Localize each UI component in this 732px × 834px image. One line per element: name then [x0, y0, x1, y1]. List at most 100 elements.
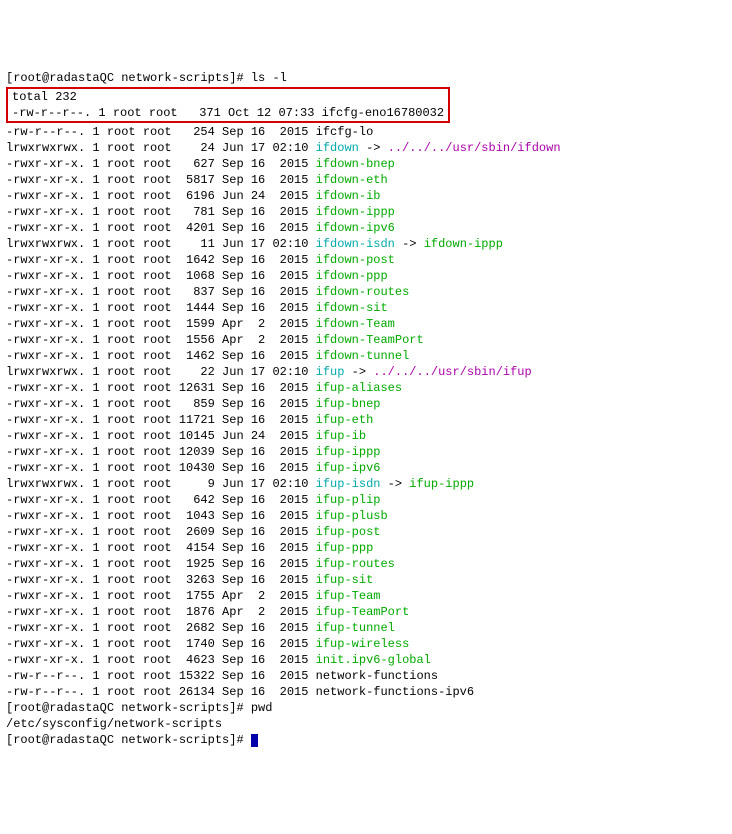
file-name: ifup-wireless — [316, 637, 410, 651]
file-entry: -rwxr-xr-x. 1 root root 10430 Sep 16 201… — [6, 460, 726, 476]
file-entry: -rwxr-xr-x. 1 root root 1755 Apr 2 2015 … — [6, 588, 726, 604]
terminal[interactable]: [root@radastaQC network-scripts]# ls -lt… — [6, 70, 726, 748]
file-name: ifdown-ib — [316, 189, 381, 203]
file-entry: -rwxr-xr-x. 1 root root 1043 Sep 16 2015… — [6, 508, 726, 524]
file-entry: lrwxrwxrwx. 1 root root 24 Jun 17 02:10 … — [6, 140, 726, 156]
file-name: ifup-ippp — [316, 445, 381, 459]
total-line: total 232 — [12, 90, 77, 104]
file-name: ifup-eth — [316, 413, 374, 427]
file-entry: -rwxr-xr-x. 1 root root 4623 Sep 16 2015… — [6, 652, 726, 668]
file-name: ifdown-ppp — [316, 269, 388, 283]
file-name: ifup-ppp — [316, 541, 374, 555]
file-entry: -rwxr-xr-x. 1 root root 642 Sep 16 2015 … — [6, 492, 726, 508]
shell-prompt: [root@radastaQC network-scripts]# — [6, 71, 251, 85]
file-entry: lrwxrwxrwx. 1 root root 9 Jun 17 02:10 i… — [6, 476, 726, 492]
file-entry: -rwxr-xr-x. 1 root root 5817 Sep 16 2015… — [6, 172, 726, 188]
file-name: ifup-plusb — [316, 509, 388, 523]
file-name: ifup-bnep — [316, 397, 381, 411]
file-entry: -rw-r--r--. 1 root root 15322 Sep 16 201… — [6, 668, 726, 684]
file-name: ifdown-post — [316, 253, 395, 267]
file-entry: -rwxr-xr-x. 1 root root 12631 Sep 16 201… — [6, 380, 726, 396]
link-target: ifup-ippp — [409, 477, 474, 491]
file-entry: lrwxrwxrwx. 1 root root 11 Jun 17 02:10 … — [6, 236, 726, 252]
shell-prompt: [root@radastaQC network-scripts]# — [6, 701, 251, 715]
link-arrow: -> — [380, 477, 409, 491]
prompt-line: [root@radastaQC network-scripts]# ls -l — [6, 70, 726, 86]
file-perms: -rwxr-xr-x. 1 root root 859 Sep 16 2015 — [6, 397, 316, 411]
file-perms: -rwxr-xr-x. 1 root root 4623 Sep 16 2015 — [6, 653, 316, 667]
file-entry: -rwxr-xr-x. 1 root root 1462 Sep 16 2015… — [6, 348, 726, 364]
file-entry: -rwxr-xr-x. 1 root root 2682 Sep 16 2015… — [6, 620, 726, 636]
file-perms: lrwxrwxrwx. 1 root root 24 Jun 17 02:10 — [6, 141, 316, 155]
file-perms: -rw-r--r--. 1 root root 26134 Sep 16 201… — [6, 685, 316, 699]
file-name: ifup-Team — [316, 589, 381, 603]
file-name: network-functions-ipv6 — [316, 685, 474, 699]
file-perms: -rwxr-xr-x. 1 root root 627 Sep 16 2015 — [6, 157, 316, 171]
command-input[interactable]: pwd — [251, 701, 273, 715]
file-perms: lrwxrwxrwx. 1 root root 9 Jun 17 02:10 — [6, 477, 316, 491]
file-name: ifdown-eth — [316, 173, 388, 187]
file-entry: -rwxr-xr-x. 1 root root 1068 Sep 16 2015… — [6, 268, 726, 284]
file-entry: -rwxr-xr-x. 1 root root 6196 Jun 24 2015… — [6, 188, 726, 204]
file-entry: -rwxr-xr-x. 1 root root 1740 Sep 16 2015… — [6, 636, 726, 652]
file-perms: lrwxrwxrwx. 1 root root 11 Jun 17 02:10 — [6, 237, 316, 251]
file-perms: -rwxr-xr-x. 1 root root 12039 Sep 16 201… — [6, 445, 316, 459]
file-name: ifdown-Team — [316, 317, 395, 331]
file-name: ifup — [316, 365, 345, 379]
file-perms: -rwxr-xr-x. 1 root root 1740 Sep 16 2015 — [6, 637, 316, 651]
prompt-line[interactable]: [root@radastaQC network-scripts]# — [6, 732, 726, 748]
file-entry: -rwxr-xr-x. 1 root root 11721 Sep 16 201… — [6, 412, 726, 428]
file-name: ifdown-TeamPort — [316, 333, 424, 347]
file-name: ifdown-sit — [316, 301, 388, 315]
link-target: ../../../usr/sbin/ifup — [373, 365, 531, 379]
file-name: init.ipv6-global — [316, 653, 431, 667]
file-entry: -rwxr-xr-x. 1 root root 4201 Sep 16 2015… — [6, 220, 726, 236]
file-entry: -rwxr-xr-x. 1 root root 1599 Apr 2 2015 … — [6, 316, 726, 332]
file-entry: -rwxr-xr-x. 1 root root 3263 Sep 16 2015… — [6, 572, 726, 588]
file-name: ifdown-ipv6 — [316, 221, 395, 235]
file-perms: -rw-r--r--. 1 root root 254 Sep 16 2015 — [6, 125, 316, 139]
pwd-output: /etc/sysconfig/network-scripts — [6, 716, 726, 732]
file-perms: -rwxr-xr-x. 1 root root 642 Sep 16 2015 — [6, 493, 316, 507]
file-name: ifup-aliases — [316, 381, 402, 395]
command-input[interactable]: ls -l — [251, 71, 287, 85]
file-entry: -rw-r--r--. 1 root root 254 Sep 16 2015 … — [6, 124, 726, 140]
file-name: ifdown-ippp — [316, 205, 395, 219]
file-perms: -rwxr-xr-x. 1 root root 3263 Sep 16 2015 — [6, 573, 316, 587]
file-entry: -rwxr-xr-x. 1 root root 10145 Jun 24 201… — [6, 428, 726, 444]
link-arrow: -> — [359, 141, 388, 155]
file-name: ifup-routes — [316, 557, 395, 571]
cursor[interactable] — [251, 734, 258, 747]
file-name: network-functions — [316, 669, 438, 683]
file-entry: -rwxr-xr-x. 1 root root 627 Sep 16 2015 … — [6, 156, 726, 172]
link-target: ifdown-ippp — [424, 237, 503, 251]
file-name: ifcfg-lo — [316, 125, 374, 139]
link-target: ../../../usr/sbin/ifdown — [388, 141, 561, 155]
file-name: ifup-isdn — [316, 477, 381, 491]
file-entry: -rwxr-xr-x. 1 root root 1876 Apr 2 2015 … — [6, 604, 726, 620]
file-perms: -rwxr-xr-x. 1 root root 1068 Sep 16 2015 — [6, 269, 316, 283]
shell-prompt: [root@radastaQC network-scripts]# — [6, 733, 251, 747]
file-entry: -rwxr-xr-x. 1 root root 2609 Sep 16 2015… — [6, 524, 726, 540]
file-name: ifdown-bnep — [316, 157, 395, 171]
file-perms: -rwxr-xr-x. 1 root root 11721 Sep 16 201… — [6, 413, 316, 427]
file-perms: -rw-r--r--. 1 root root 15322 Sep 16 201… — [6, 669, 316, 683]
file-perms: -rwxr-xr-x. 1 root root 1599 Apr 2 2015 — [6, 317, 316, 331]
file-entry: -rwxr-xr-x. 1 root root 781 Sep 16 2015 … — [6, 204, 726, 220]
highlight-box: total 232 -rw-r--r--. 1 root root 371 Oct… — [6, 87, 450, 123]
file-entry: -rw-r--r--. 1 root root 26134 Sep 16 201… — [6, 684, 726, 700]
file-perms: -rwxr-xr-x. 1 root root 1642 Sep 16 2015 — [6, 253, 316, 267]
file-perms: -rwxr-xr-x. 1 root root 1462 Sep 16 2015 — [6, 349, 316, 363]
file-entry: -rwxr-xr-x. 1 root root 1925 Sep 16 2015… — [6, 556, 726, 572]
file-perms: -rwxr-xr-x. 1 root root 1444 Sep 16 2015 — [6, 301, 316, 315]
prompt-line: [root@radastaQC network-scripts]# pwd — [6, 700, 726, 716]
file-perms: -rwxr-xr-x. 1 root root 10145 Jun 24 201… — [6, 429, 316, 443]
file-entry: -rwxr-xr-x. 1 root root 1444 Sep 16 2015… — [6, 300, 726, 316]
file-perms: -rwxr-xr-x. 1 root root 12631 Sep 16 201… — [6, 381, 316, 395]
file-name: ifdown-isdn — [316, 237, 395, 251]
file-name: ifup-post — [316, 525, 381, 539]
file-entry: -rwxr-xr-x. 1 root root 1642 Sep 16 2015… — [6, 252, 726, 268]
file-entry: -rw-r--r--. 1 root root 371 Oct 12 07:33… — [12, 106, 444, 120]
file-name: ifup-ipv6 — [316, 461, 381, 475]
file-name: ifdown-tunnel — [316, 349, 410, 363]
